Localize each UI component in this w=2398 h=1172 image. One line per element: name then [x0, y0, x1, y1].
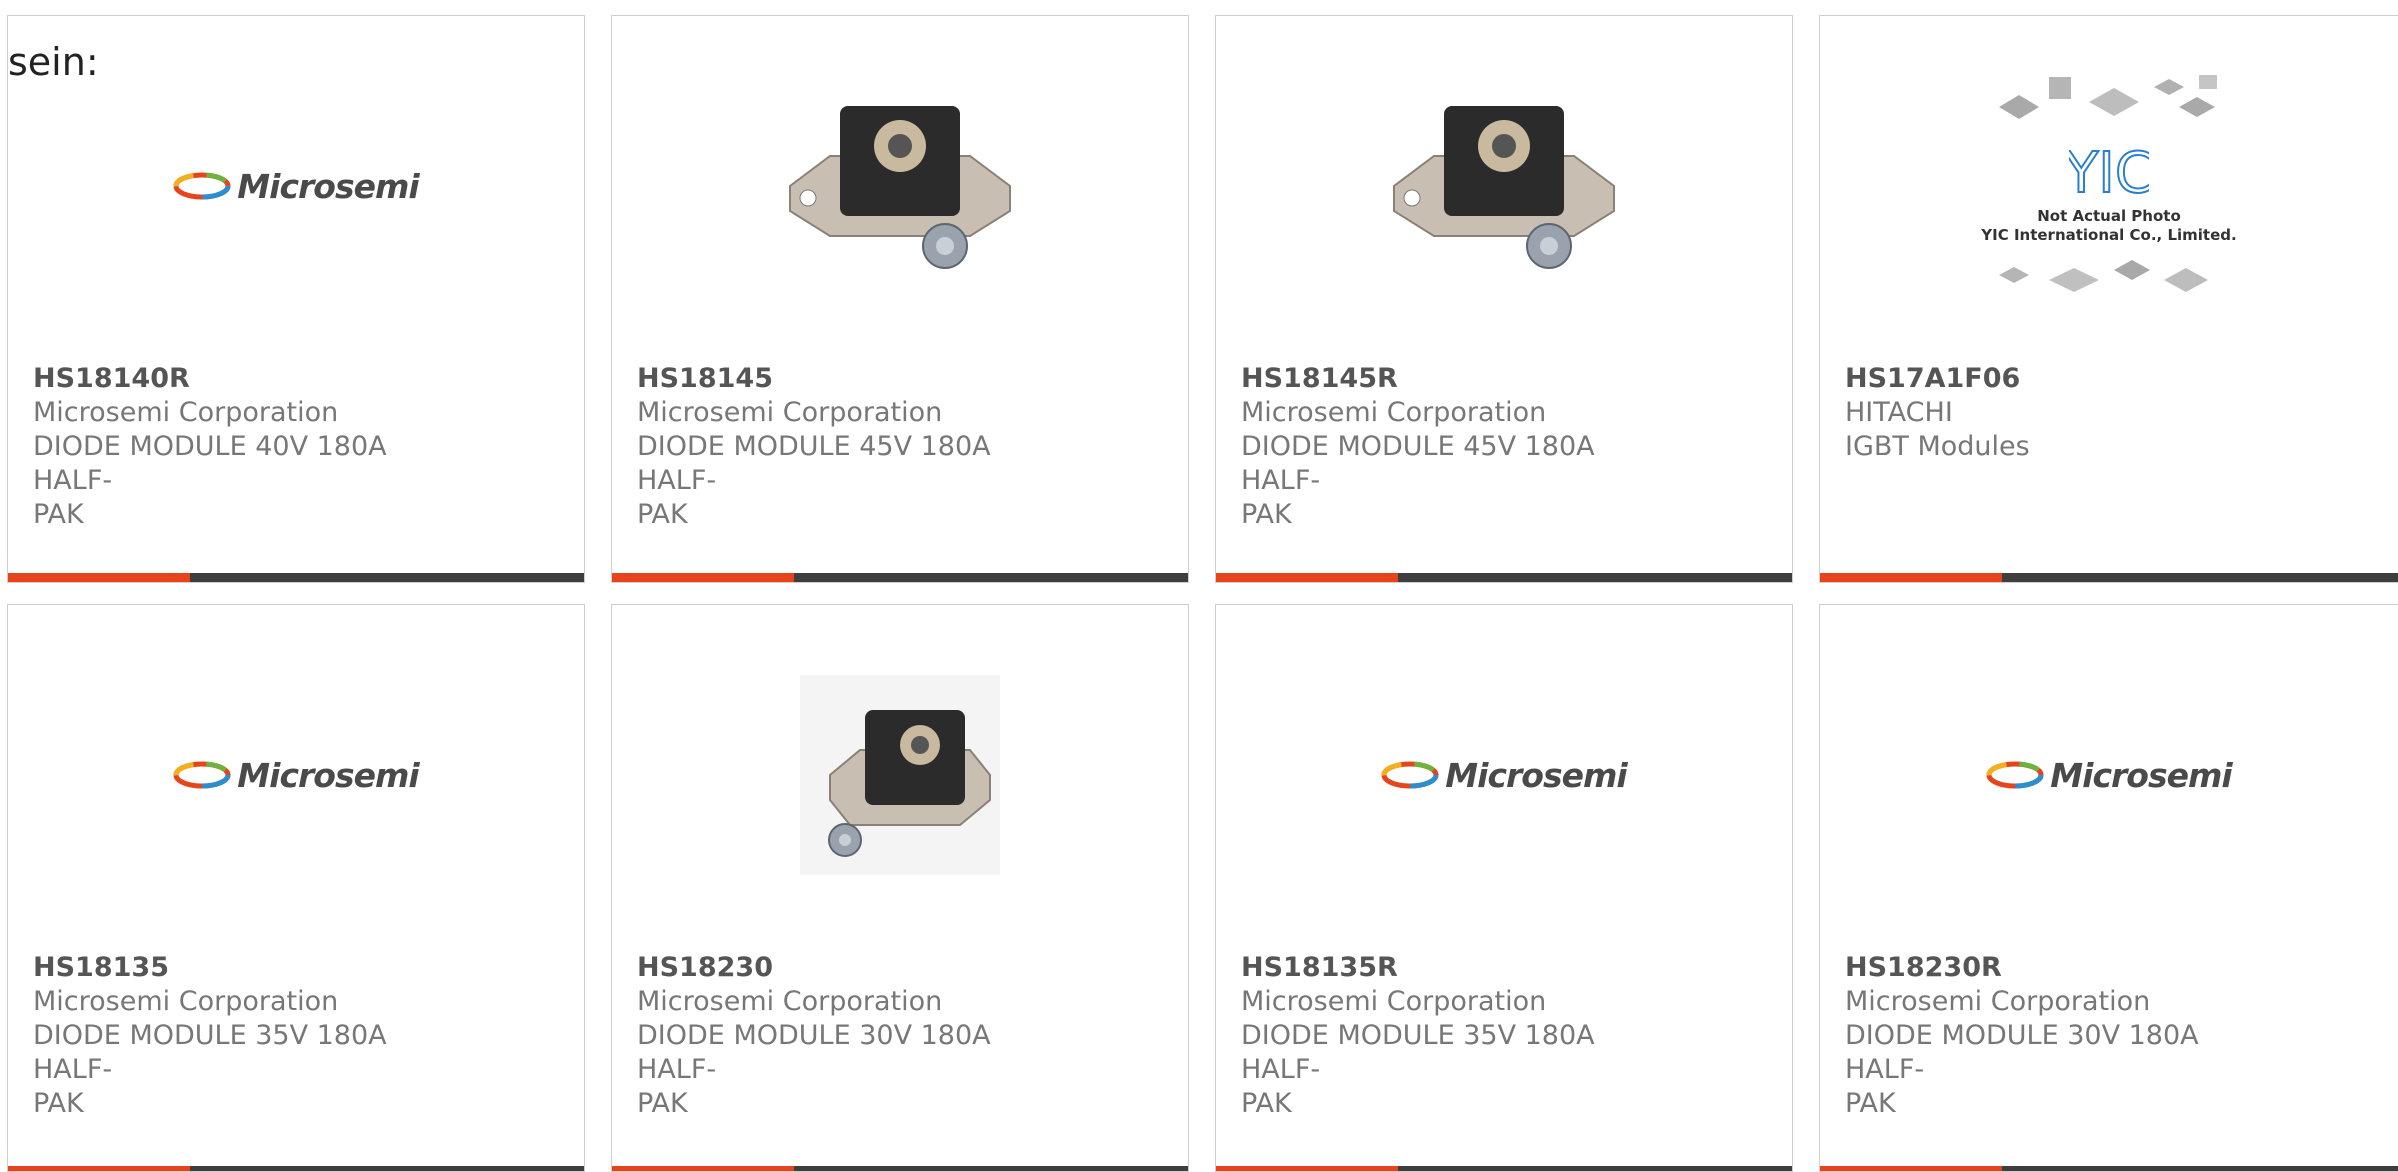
description-line2: PAK — [637, 499, 688, 530]
product-image: Microsemi — [1820, 605, 2398, 945]
product-image: Microsemi — [1216, 605, 1792, 945]
description-line1: DIODE MODULE 30V 180A HALF- — [637, 1020, 991, 1085]
description-line1: DIODE MODULE 40V 180A HALF- — [33, 431, 387, 496]
description-line1: DIODE MODULE 35V 180A HALF- — [1241, 1020, 1595, 1085]
part-number[interactable]: HS18145R — [1241, 362, 1671, 396]
part-number[interactable]: HS18145 — [637, 362, 1067, 396]
description-line2: PAK — [1845, 1088, 1896, 1119]
part-number[interactable]: HS18135R — [1241, 951, 1671, 985]
product-card[interactable]: Microsemi HS18135 Microsemi Corporation … — [7, 604, 585, 1172]
yic-placeholder: YIC Not Actual Photo YIC International C… — [1979, 67, 2239, 305]
part-number[interactable]: HS18230 — [637, 951, 1067, 985]
manufacturer: Microsemi Corporation — [33, 986, 339, 1017]
description-line1: DIODE MODULE 45V 180A HALF- — [637, 431, 991, 496]
microsemi-logo: Microsemi — [173, 756, 420, 795]
manufacturer: Microsemi Corporation — [1845, 986, 2151, 1017]
manufacturer: Microsemi Corporation — [637, 397, 943, 428]
product-card[interactable]: Microsemi HS18135R Microsemi Corporation… — [1215, 604, 1793, 1172]
manufacturer: HITACHI — [1845, 397, 1953, 428]
product-card[interactable]: YIC Not Actual Photo YIC International C… — [1819, 15, 2398, 583]
product-image: Microsemi — [8, 605, 584, 945]
microsemi-logo: Microsemi — [1986, 756, 2233, 795]
part-number[interactable]: HS18135 — [33, 951, 463, 985]
part-number[interactable]: HS18140R — [33, 362, 463, 396]
intro-text: sein: — [8, 40, 99, 84]
svg-text:YIC: YIC — [2069, 141, 2149, 206]
description-line2: PAK — [33, 1088, 84, 1119]
description-line2: PAK — [33, 499, 84, 530]
product-card[interactable]: Microsemi HS18140R Microsemi Corporation… — [7, 15, 585, 583]
description-line2: PAK — [1241, 499, 1292, 530]
product-card[interactable]: HS18145 Microsemi Corporation DIODE MODU… — [611, 15, 1189, 583]
manufacturer: Microsemi Corporation — [637, 986, 943, 1017]
description-line2: PAK — [637, 1088, 688, 1119]
microsemi-logo: Microsemi — [173, 167, 420, 206]
product-image — [1216, 16, 1792, 356]
product-card[interactable]: HS18230 Microsemi Corporation DIODE MODU… — [611, 604, 1189, 1172]
card-progress-bar — [8, 573, 584, 582]
card-progress-bar — [1820, 573, 2398, 582]
manufacturer: Microsemi Corporation — [33, 397, 339, 428]
diode-module-icon — [789, 106, 1011, 269]
product-card[interactable]: HS18145R Microsemi Corporation DIODE MOD… — [1215, 15, 1793, 583]
description-line1: DIODE MODULE 30V 180A HALF- — [1845, 1020, 2199, 1085]
card-progress-bar — [1216, 573, 1792, 582]
product-card[interactable]: Microsemi HS18230R Microsemi Corporation… — [1819, 604, 2398, 1172]
diode-module-icon — [800, 675, 1000, 875]
product-grid: Microsemi HS18140R Microsemi Corporation… — [0, 0, 2398, 1172]
manufacturer: Microsemi Corporation — [1241, 397, 1547, 428]
product-image — [612, 16, 1188, 356]
description-line2: PAK — [1241, 1088, 1292, 1119]
description-line1: IGBT Modules — [1845, 431, 2030, 462]
part-number[interactable]: HS18230R — [1845, 951, 2275, 985]
product-image — [612, 605, 1188, 945]
part-number[interactable]: HS17A1F06 — [1845, 362, 2275, 396]
card-progress-bar — [612, 573, 1188, 582]
product-image: YIC Not Actual Photo YIC International C… — [1820, 16, 2398, 356]
microsemi-logo: Microsemi — [1381, 756, 1628, 795]
description-line1: DIODE MODULE 45V 180A HALF- — [1241, 431, 1595, 496]
manufacturer: Microsemi Corporation — [1241, 986, 1547, 1017]
description-line1: DIODE MODULE 35V 180A HALF- — [33, 1020, 387, 1085]
diode-module-icon — [1393, 106, 1615, 269]
